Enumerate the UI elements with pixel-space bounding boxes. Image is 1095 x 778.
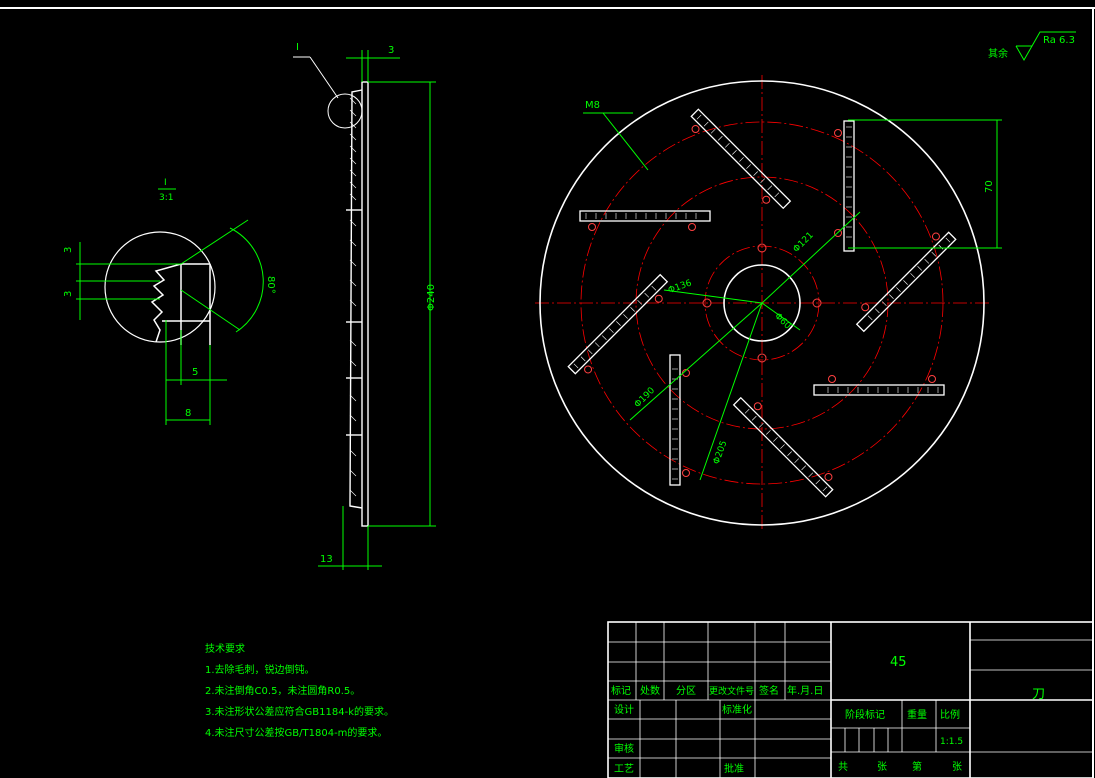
front-view: M8 70 Φ136 Φ121 Φ60 Φ190 Φ205 [535,75,1002,530]
mounting-hole [928,375,936,383]
mounting-hole [828,375,836,383]
blade [669,354,681,486]
tb-part-name: 刀 [1032,687,1045,702]
tb-sheets-unit-2: 张 [952,761,962,773]
blade [567,273,669,375]
tb-weight: 重量 [907,708,927,721]
mounting-hole [861,303,870,312]
svg-text:Ra 6.3: Ra 6.3 [1043,35,1075,46]
tb-process: 工艺 [614,763,634,775]
front-dim-d5: Φ205 [712,440,730,466]
blade [690,108,792,210]
tb-sheets-unit-1: 张 [877,761,887,773]
section-dim-bottom: 13 [320,554,333,565]
detail-dim-outer: 8 [185,408,191,419]
mounting-hole [682,469,690,477]
front-dim-blade: 70 [984,180,995,193]
mounting-hole [762,195,771,204]
section-view: I Φ240 3 13 [293,42,437,570]
drawing-frame [0,7,1095,778]
tb-rev-sign: 签名 [759,684,779,697]
tb-rev-mark: 标记 [611,685,631,697]
tech-title: 技术要求 [205,642,245,655]
tech-item-3: 3.未注形状公差应符合GB1184-k的要求。 [205,705,394,718]
tb-material: 45 [890,655,907,670]
tb-approve: 批准 [724,762,744,775]
front-dim-d2: Φ121 [792,230,816,254]
mounting-hole [931,232,940,241]
section-dim-diameter: Φ240 [426,284,437,311]
tech-item-2: 2.未注倒角C0.5，未注圆角R0.5。 [205,684,360,697]
mounting-hole [688,223,696,231]
section-detail-callout: I [296,42,299,53]
mounting-hole [588,223,596,231]
mounting-hole [824,472,833,481]
mounting-hole [753,402,762,411]
mounting-hole [691,125,700,134]
detail-dim-inner: 5 [192,367,198,378]
detail-label-top: I [164,178,167,188]
blade [579,210,711,222]
tech-item-1: 1.去除毛刺，锐边倒钝。 [205,663,315,676]
tb-rev-zone: 分区 [676,685,696,697]
tb-check: 审核 [614,742,634,755]
tb-rev-date: 年.月.日 [787,684,823,697]
section-dim-top: 3 [388,45,394,56]
tb-scale-value: 1:1.5 [940,737,963,747]
detail-label-bottom: 3:1 [159,193,173,203]
tb-design: 设计 [614,703,634,716]
tb-sheet-total: 共 [838,761,848,773]
mounting-hole [654,294,663,303]
tb-sheet-no: 第 [912,760,922,773]
blade [732,396,834,498]
tech-requirements: 技术要求 1.去除毛刺，锐边倒钝。 2.未注倒角C0.5，未注圆角R0.5。 3… [205,642,394,739]
tech-item-4: 4.未注尺寸公差按GB/T1804-m的要求。 [205,726,387,739]
tb-rev-doc: 更改文件号 [709,685,754,697]
detail-dim-a: 3 [63,247,74,253]
tb-stage: 阶段标记 [845,708,885,721]
title-block: 标记 处数 分区 更改文件号 签名 年.月.日 设计 标准化 审核 工艺 批准 … [607,621,1094,778]
front-thread-label: M8 [585,100,600,111]
blade [813,384,945,396]
surface-finish-symbol: 其余 Ra 6.3 [988,31,1076,62]
tb-standard: 标准化 [722,703,752,716]
tb-scale-label: 比例 [940,708,960,721]
tb-rev-count: 处数 [640,684,660,697]
detail-view: I 3:1 3 3 5 8 80° [63,178,276,425]
blade [843,120,855,252]
mounting-hole [584,365,593,374]
detail-dim-angle: 80° [265,276,276,294]
detail-dim-b: 3 [63,291,74,297]
blade [855,231,957,333]
svg-text:其余: 其余 [988,47,1008,60]
cad-drawing: 其余 Ra 6.3 I 3:1 3 3 5 8 80° I Φ240 3 13 … [0,7,1095,778]
mounting-hole [834,129,842,137]
